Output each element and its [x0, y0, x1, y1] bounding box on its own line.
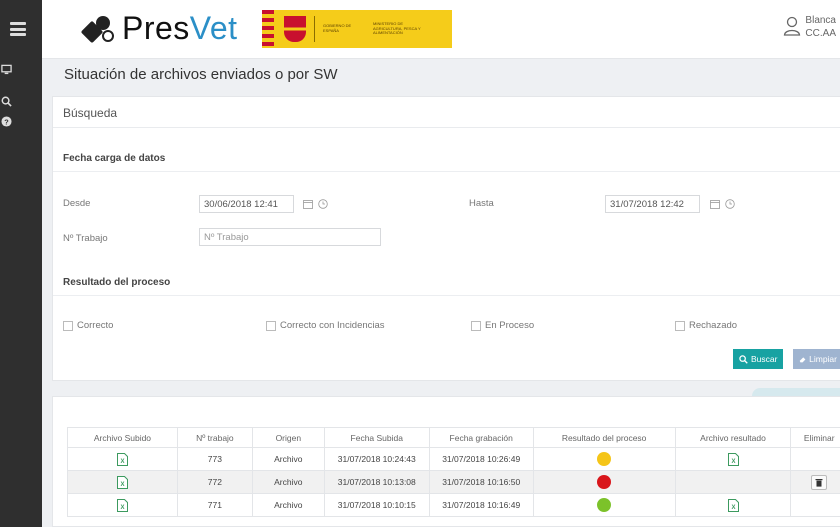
- svg-text:X: X: [120, 482, 124, 488]
- cell-fecha-subida: 31/07/2018 10:13:08: [323, 470, 430, 494]
- clock-icon[interactable]: [725, 199, 735, 209]
- search-icon: [739, 354, 748, 364]
- cell-origen: Archivo: [251, 470, 325, 494]
- check-rechazado[interactable]: Rechazado: [675, 320, 737, 331]
- col-origen: Origen: [251, 427, 325, 448]
- cell-trabajo: 773: [176, 447, 253, 471]
- gov-text: GOBIERNO DE ESPAÑA: [323, 23, 352, 33]
- page-title-bar: Situación de archivos enviados o por SW: [42, 58, 840, 88]
- calendar-icon[interactable]: [303, 199, 313, 209]
- checkbox-icon: [471, 320, 481, 331]
- excel-file-icon[interactable]: X: [116, 452, 128, 466]
- col-resultado: Resultado del proceso: [532, 427, 676, 448]
- excel-file-icon[interactable]: X: [727, 498, 739, 512]
- logo-mark-icon: [80, 10, 122, 46]
- check-en-proceso[interactable]: En Proceso: [471, 320, 534, 331]
- excel-file-icon[interactable]: X: [727, 452, 739, 466]
- col-fecha-subida: Fecha Subida: [323, 427, 430, 448]
- col-eliminar: Eliminar: [790, 427, 840, 448]
- presvet-logo[interactable]: PresVet: [80, 6, 238, 50]
- sidebar-item-help[interactable]: ?: [0, 112, 27, 130]
- user-icon: [784, 16, 801, 36]
- svg-text:?: ?: [4, 117, 9, 126]
- trabajo-input[interactable]: Nº Trabajo: [199, 228, 381, 246]
- table-row: X 771 Archivo 31/07/2018 10:10:15 31/07/…: [67, 493, 840, 517]
- checkbox-icon: [675, 320, 685, 331]
- excel-file-icon[interactable]: X: [116, 498, 128, 512]
- desde-field[interactable]: 30/06/2018 12:41: [199, 195, 294, 213]
- cell-fecha-subida: 31/07/2018 10:24:43: [323, 447, 430, 471]
- cell-fecha-grabacion: 31/07/2018 10:16:49: [428, 493, 534, 517]
- status-red-icon: [597, 475, 612, 489]
- help-icon: ?: [0, 115, 12, 127]
- calendar-icon[interactable]: [710, 199, 720, 209]
- cell-trabajo: 772: [176, 470, 253, 494]
- result-section-title: Resultado del proceso: [63, 277, 171, 288]
- cell-fecha-grabacion: 31/07/2018 10:16:50: [428, 470, 534, 494]
- svg-text:X: X: [120, 459, 124, 465]
- col-archivo-subido: Archivo Subido: [67, 427, 178, 448]
- check-incidencias[interactable]: Correcto con Incidencias: [266, 320, 385, 331]
- status-yellow-icon: [597, 452, 612, 466]
- user-name: Blanca: [805, 15, 836, 26]
- svg-text:X: X: [731, 505, 735, 511]
- check-correcto[interactable]: Correcto: [63, 320, 113, 331]
- buscar-button[interactable]: Buscar: [733, 349, 784, 369]
- hasta-field[interactable]: 31/07/2018 12:42: [605, 195, 700, 213]
- svg-text:X: X: [120, 505, 124, 511]
- col-trabajo: Nº trabajo: [176, 427, 253, 448]
- checkbox-icon: [63, 320, 73, 331]
- results-panel: Archivo Subido Nº trabajo Origen Fecha S…: [52, 396, 840, 527]
- trabajo-label: Nº Trabajo: [63, 233, 108, 244]
- search-panel: Búsqueda Fecha carga de datos Desde 30/0…: [52, 96, 840, 381]
- col-fecha-grabacion: Fecha grabación: [428, 427, 534, 448]
- search-panel-title: Búsqueda: [63, 106, 118, 120]
- sidebar-item-monitor[interactable]: [0, 60, 27, 78]
- col-archivo-resultado: Archivo resultado: [674, 427, 791, 448]
- coat-of-arms-icon: [284, 16, 306, 42]
- user-menu[interactable]: Blanca CC.AA: [783, 14, 836, 40]
- header: PresVet GOBIERNO DE ESPAÑA MINISTERIO DE…: [42, 0, 840, 58]
- table-header-row: Archivo Subido Nº trabajo Origen Fecha S…: [67, 427, 840, 448]
- date-section-title: Fecha carga de datos: [63, 153, 166, 164]
- page-title: Situación de archivos enviados o por SW: [64, 66, 338, 83]
- eraser-icon: [799, 356, 806, 362]
- government-banner: GOBIERNO DE ESPAÑA MINISTERIO DE AGRICUL…: [262, 10, 452, 48]
- excel-file-icon[interactable]: X: [116, 475, 128, 489]
- hasta-label: Hasta: [469, 198, 494, 209]
- checkbox-icon: [266, 320, 276, 331]
- menu-icon[interactable]: [10, 22, 26, 36]
- monitor-icon: [0, 64, 12, 74]
- tab-decoration: [752, 388, 840, 396]
- delete-button[interactable]: [811, 474, 828, 490]
- svg-text:X: X: [731, 459, 735, 465]
- user-role: CC.AA: [805, 28, 836, 39]
- results-table: Archivo Subido Nº trabajo Origen Fecha S…: [67, 427, 840, 517]
- sidebar: ?: [0, 0, 42, 527]
- cell-origen: Archivo: [251, 493, 325, 517]
- status-green-icon: [597, 498, 612, 512]
- cell-origen: Archivo: [251, 447, 325, 471]
- cell-trabajo: 771: [176, 493, 253, 517]
- trash-icon: [815, 478, 823, 487]
- desde-label: Desde: [63, 198, 91, 209]
- limpiar-button[interactable]: Limpiar: [793, 349, 840, 369]
- logo-text: PresVet: [122, 10, 238, 46]
- ministry-text: MINISTERIO DE AGRICULTURA, PESCA Y ALIME…: [373, 20, 421, 36]
- table-row: X 772 Archivo 31/07/2018 10:13:08 31/07/…: [67, 470, 840, 494]
- sidebar-item-zoom[interactable]: [0, 92, 27, 110]
- cell-fecha-subida: 31/07/2018 10:10:15: [323, 493, 430, 517]
- cell-fecha-grabacion: 31/07/2018 10:26:49: [428, 447, 534, 471]
- table-row: X 773 Archivo 31/07/2018 10:24:43 31/07/…: [67, 447, 840, 471]
- clock-icon[interactable]: [318, 199, 328, 209]
- zoom-icon: [1, 96, 12, 107]
